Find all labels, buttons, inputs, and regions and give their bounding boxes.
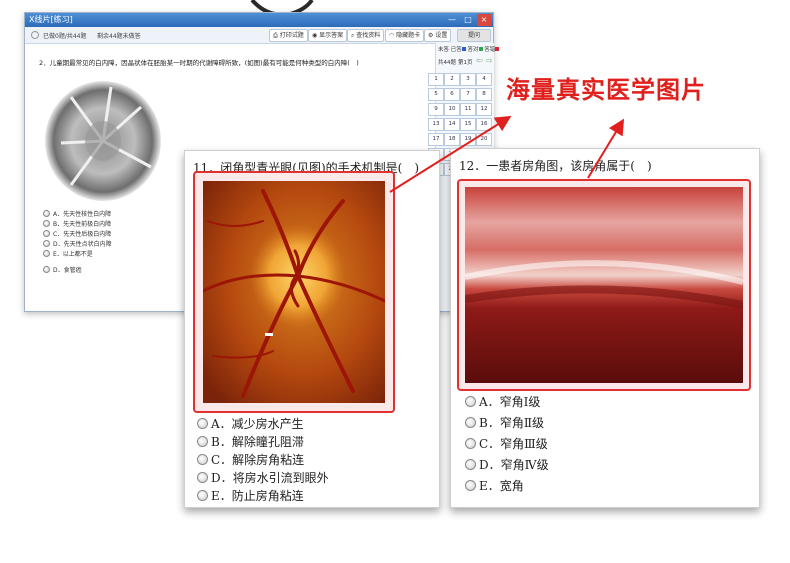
hide-card-button[interactable]: ◠ 隐藏题卡 — [385, 29, 425, 42]
q11-option-d[interactable]: D．将房水引流到眼外 — [197, 469, 329, 486]
window-title: X线片[练习] — [29, 15, 73, 24]
q11-option-a[interactable]: A．减少房水产生 — [197, 415, 304, 432]
question-number-button[interactable]: 1 — [428, 73, 444, 86]
grid-total: 共44题 — [438, 60, 456, 66]
toolbar: 已做0题/共44题 剩余44题未做答 ⎙ 打印试题 ◉ 显示答案 ⌕ 查找资料 … — [25, 27, 493, 44]
legend: 未答 已答 答对 答错 — [438, 45, 500, 53]
angle-image-frame — [457, 179, 751, 391]
option-c[interactable]: C．先天性后极白内障 — [43, 229, 111, 238]
fundus-image — [203, 181, 385, 403]
search-button[interactable]: ⌕ 查找资料 — [347, 29, 385, 42]
maximize-button[interactable]: □ — [461, 14, 475, 26]
q12-option-d[interactable]: D．窄角Ⅳ级 — [465, 456, 549, 473]
answer-icon: ◉ — [312, 32, 318, 39]
option-d[interactable]: D．先天性点状白内障 — [43, 239, 112, 248]
arrow-left-icon[interactable]: ⇦ — [476, 56, 483, 65]
print-icon: ⎙ — [273, 32, 278, 39]
close-button[interactable]: × — [477, 14, 491, 26]
q12-option-a[interactable]: A．窄角Ⅰ级 — [465, 393, 540, 410]
q12-option-b[interactable]: B．窄角Ⅱ级 — [465, 414, 544, 431]
submit-button[interactable]: 提问 — [457, 29, 491, 42]
hide-icon: ◠ — [389, 32, 395, 39]
arrow-right-icon[interactable]: ⇨ — [486, 56, 493, 65]
option-a[interactable]: A．先天性核性白内障 — [43, 209, 111, 218]
question-text: 2．儿童期最常见的白内障，因晶状体在胚胎某一时期的代谢障碍所致，(如图)最有可能… — [39, 59, 359, 67]
option-e[interactable]: E．以上都不是 — [43, 249, 93, 258]
option-extra[interactable]: D．食管癌 — [43, 265, 82, 274]
question-number-button[interactable]: 4 — [476, 73, 492, 86]
q12-option-e[interactable]: E．宽角 — [465, 477, 524, 494]
show-answer-button[interactable]: ◉ 显示答案 — [308, 29, 348, 42]
question-number-button[interactable]: 3 — [460, 73, 476, 86]
minimize-button[interactable]: — — [445, 14, 459, 26]
q11-option-e[interactable]: E．防止房角粘连 — [197, 487, 304, 504]
gear-icon: ⚙ — [428, 32, 434, 39]
status-icon — [31, 31, 39, 39]
title-bar: X线片[练习] — □ × — [25, 13, 493, 27]
pointer-arrows — [389, 115, 625, 193]
q11-option-c[interactable]: C．解除房角粘连 — [197, 451, 304, 468]
search-icon: ⌕ — [351, 32, 355, 39]
answered-count: 已做0题/共44题 — [43, 33, 87, 40]
fundus-image-frame — [193, 171, 395, 413]
lens-image — [45, 81, 161, 201]
q11-option-b[interactable]: B．解除瞳孔阻滞 — [197, 433, 304, 450]
option-b[interactable]: B．先天性前极白内障 — [43, 219, 111, 228]
settings-button[interactable]: ⚙ 设置 — [424, 29, 452, 42]
angle-image — [465, 187, 743, 383]
remaining-count: 剩余44题未做答 — [97, 33, 141, 40]
question-number-button[interactable]: 2 — [444, 73, 460, 86]
q12-option-c[interactable]: C．窄角Ⅲ级 — [465, 435, 548, 452]
grid-page: 第1页 — [458, 60, 473, 66]
print-button[interactable]: ⎙ 打印试题 — [269, 29, 308, 42]
